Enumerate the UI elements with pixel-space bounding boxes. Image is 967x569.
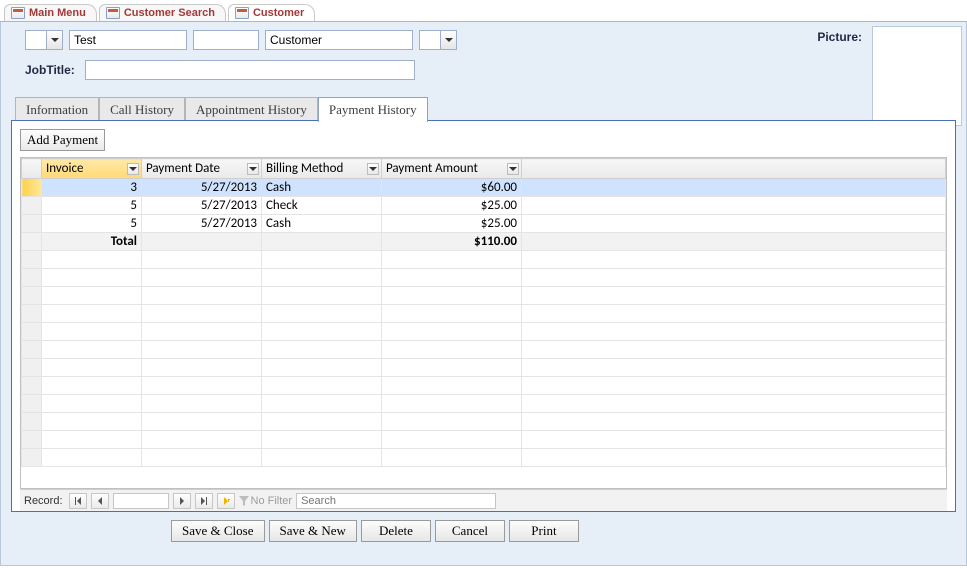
- title-combo[interactable]: [25, 30, 63, 50]
- empty-row: [22, 251, 946, 269]
- cancel-button[interactable]: Cancel: [435, 520, 505, 542]
- cell-invoice[interactable]: 5: [42, 197, 142, 215]
- record-navigator: Record: No Filter: [20, 489, 947, 511]
- empty-row: [22, 341, 946, 359]
- col-billing-method[interactable]: Billing Method: [262, 159, 382, 179]
- cell-blank: [522, 197, 946, 215]
- cell-invoice[interactable]: 3: [42, 179, 142, 197]
- suffix-combo[interactable]: [419, 30, 457, 50]
- record-number-input[interactable]: [113, 493, 169, 509]
- record-label: Record:: [24, 495, 63, 507]
- picture-box[interactable]: [872, 26, 962, 126]
- nav-next-button[interactable]: [173, 493, 191, 509]
- table-row[interactable]: 35/27/2013Cash$60.00: [22, 179, 946, 197]
- jobtitle-label: JobTitle:: [25, 63, 75, 77]
- save-close-button[interactable]: Save & Close: [171, 520, 265, 542]
- last-name-field[interactable]: [265, 30, 413, 50]
- total-label: Total: [42, 233, 142, 251]
- nav-last-button[interactable]: [195, 493, 213, 509]
- form-icon: [235, 7, 249, 19]
- row-selector: [22, 233, 42, 251]
- row-selector[interactable]: [22, 197, 42, 215]
- grid-header-row: Invoice Payment Date Billing Method: [22, 159, 946, 179]
- picture-label: Picture:: [817, 30, 862, 44]
- empty-row: [22, 395, 946, 413]
- chevron-down-icon[interactable]: [367, 163, 379, 175]
- empty-row: [22, 269, 946, 287]
- chevron-down-icon[interactable]: [507, 163, 519, 175]
- select-all-handle[interactable]: [22, 159, 42, 179]
- chevron-down-icon[interactable]: [46, 31, 62, 49]
- filter-indicator[interactable]: No Filter: [239, 495, 293, 507]
- cell-billing-method[interactable]: Check: [262, 197, 382, 215]
- cell-payment-amount[interactable]: $60.00: [382, 179, 522, 197]
- window-tab-bar: Main Menu Customer Search Customer: [0, 0, 967, 22]
- col-invoice[interactable]: Invoice: [42, 159, 142, 179]
- middle-name-field[interactable]: [193, 30, 259, 50]
- add-payment-button[interactable]: Add Payment: [20, 129, 105, 151]
- payment-grid: Invoice Payment Date Billing Method: [20, 157, 947, 489]
- cell-payment-date[interactable]: 5/27/2013: [142, 179, 262, 197]
- row-selector[interactable]: [22, 179, 42, 197]
- table-row[interactable]: 55/27/2013Cash$25.00: [22, 215, 946, 233]
- form-footer-buttons: Save & Close Save & New Delete Cancel Pr…: [171, 520, 956, 542]
- suffix-input[interactable]: [420, 31, 440, 49]
- jobtitle-field[interactable]: [85, 60, 415, 80]
- chevron-down-icon[interactable]: [440, 31, 456, 49]
- col-payment-date[interactable]: Payment Date: [142, 159, 262, 179]
- empty-row: [22, 359, 946, 377]
- title-input[interactable]: [26, 31, 46, 49]
- empty-row: [22, 413, 946, 431]
- window-tab-customer[interactable]: Customer: [228, 4, 315, 21]
- window-tab-label: Main Menu: [29, 7, 86, 19]
- cell-payment-date[interactable]: 5/27/2013: [142, 197, 262, 215]
- cell-invoice[interactable]: 5: [42, 215, 142, 233]
- form-icon: [11, 7, 25, 19]
- sub-tab-bar: Information Call History Appointment His…: [15, 96, 956, 121]
- window-tab-label: Customer: [253, 7, 304, 19]
- col-blank: [522, 159, 946, 179]
- cell-payment-amount[interactable]: $25.00: [382, 197, 522, 215]
- cell-billing-method[interactable]: Cash: [262, 215, 382, 233]
- chevron-down-icon[interactable]: [127, 163, 139, 175]
- nav-new-button[interactable]: [217, 493, 235, 509]
- window-tab-label: Customer Search: [124, 7, 215, 19]
- cell-payment-amount[interactable]: $25.00: [382, 215, 522, 233]
- total-amount: $110.00: [382, 233, 522, 251]
- first-name-field[interactable]: [69, 30, 187, 50]
- customer-form: Picture: JobTitle: Information Call Hist…: [0, 22, 967, 566]
- delete-button[interactable]: Delete: [361, 520, 431, 542]
- print-button[interactable]: Print: [509, 520, 579, 542]
- row-selector[interactable]: [22, 215, 42, 233]
- funnel-icon: [239, 496, 249, 506]
- tab-call-history[interactable]: Call History: [99, 97, 185, 122]
- tab-appointment-history[interactable]: Appointment History: [185, 97, 318, 122]
- payment-history-panel: Add Payment I: [11, 120, 956, 512]
- total-row: Total $110.00: [22, 233, 946, 251]
- empty-row: [22, 449, 946, 467]
- tab-payment-history[interactable]: Payment History: [318, 97, 428, 122]
- cell-payment-date[interactable]: 5/27/2013: [142, 215, 262, 233]
- nav-prev-button[interactable]: [91, 493, 109, 509]
- jobtitle-row: JobTitle:: [25, 60, 956, 80]
- form-icon: [106, 7, 120, 19]
- empty-row: [22, 305, 946, 323]
- cell-billing-method[interactable]: Cash: [262, 179, 382, 197]
- grid-search-input[interactable]: [296, 493, 496, 509]
- empty-row: [22, 287, 946, 305]
- empty-row: [22, 377, 946, 395]
- cell-blank: [522, 215, 946, 233]
- chevron-down-icon[interactable]: [247, 163, 259, 175]
- empty-row: [22, 431, 946, 449]
- empty-row: [22, 323, 946, 341]
- window-tab-customer-search[interactable]: Customer Search: [99, 4, 226, 21]
- tab-information[interactable]: Information: [15, 97, 99, 122]
- cell-blank: [522, 179, 946, 197]
- save-new-button[interactable]: Save & New: [269, 520, 357, 542]
- window-tab-main-menu[interactable]: Main Menu: [4, 4, 97, 21]
- col-payment-amount[interactable]: Payment Amount: [382, 159, 522, 179]
- table-row[interactable]: 55/27/2013Check$25.00: [22, 197, 946, 215]
- nav-first-button[interactable]: [69, 493, 87, 509]
